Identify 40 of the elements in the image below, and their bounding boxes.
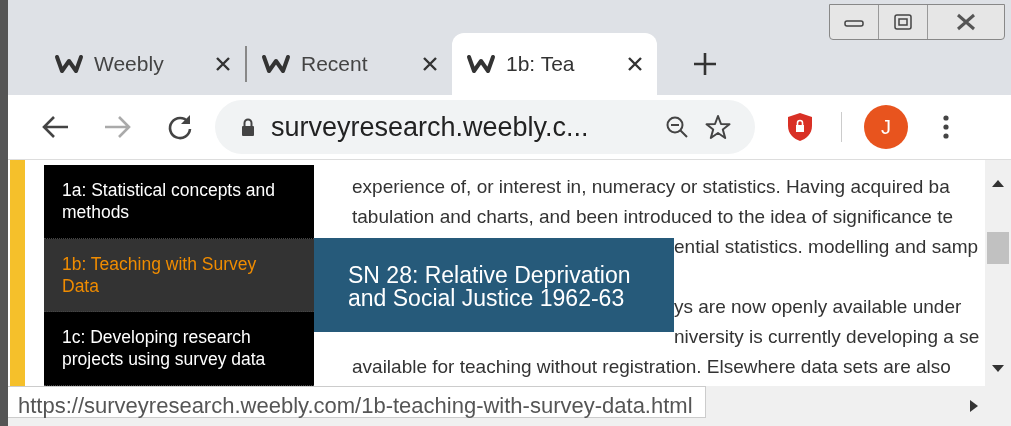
shield-icon[interactable] <box>787 112 813 142</box>
star-icon[interactable] <box>705 114 731 140</box>
close-icon[interactable] <box>422 56 438 72</box>
browser-tab[interactable]: Weebly <box>40 33 245 95</box>
tab-title: Recent <box>301 52 369 76</box>
profile-avatar[interactable]: J <box>864 105 908 149</box>
article-text: experience of, or interest in, numeracy or statistics. Having acquired ba <box>352 176 950 197</box>
zoom-out-icon[interactable] <box>665 115 689 139</box>
article-text: ential statistics. modelling and samp <box>674 236 979 257</box>
close-icon[interactable] <box>215 56 231 72</box>
url-text: surveyresearch.weebly.c... <box>271 111 590 143</box>
article-text: available for teaching without registration. Elsewhere data sets are also <box>352 356 951 377</box>
maximize-icon <box>893 13 913 31</box>
menu-item[interactable]: 1a: Statistical concepts and methods <box>44 165 314 239</box>
w-logo-icon <box>261 53 291 75</box>
w-logo-icon <box>54 53 84 75</box>
status-url: https://surveyresearch.weebly.com/1b-teaching-with-survey-data.html <box>8 386 706 418</box>
tab-title: 1b: Tea <box>506 52 576 76</box>
article-text: niversity is currently developing a se <box>674 326 980 347</box>
new-tab-icon[interactable] <box>693 52 717 76</box>
back-icon[interactable] <box>40 114 70 140</box>
scroll-right-icon[interactable] <box>969 399 979 413</box>
tab-title: Weebly <box>94 52 165 76</box>
scroll-down-icon[interactable] <box>991 364 1005 374</box>
article-text: tabulation and charts, and been introduced to the idea of significance te <box>352 206 954 227</box>
vertical-scrollbar[interactable] <box>985 160 1011 386</box>
scroll-up-icon[interactable] <box>991 178 1005 188</box>
lock-icon <box>241 118 255 136</box>
close-icon <box>955 13 977 31</box>
reload-icon[interactable] <box>166 113 194 141</box>
scroll-thumb[interactable] <box>987 232 1009 264</box>
article-text: ys are now openly available under <box>674 296 962 317</box>
tooltip: SN 28: Relative Deprivation and Social Justice 1962-63 <box>314 238 674 332</box>
close-icon[interactable] <box>627 56 643 72</box>
browser-tab[interactable]: 1b: Tea <box>452 33 657 95</box>
menu-icon[interactable] <box>942 114 950 140</box>
address-bar[interactable]: surveyresearch.weebly.c... <box>215 100 755 154</box>
browser-tab[interactable]: Recent <box>247 33 452 95</box>
menu-item[interactable]: 1b: Teaching with Survey Data <box>44 238 314 313</box>
w-logo-icon <box>466 53 496 75</box>
